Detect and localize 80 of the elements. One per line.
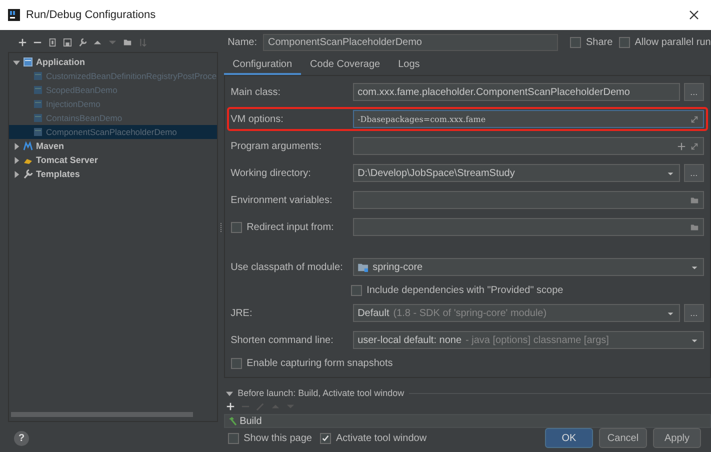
- add-icon[interactable]: [18, 38, 27, 46]
- collapse-arrow-icon[interactable]: [226, 390, 233, 396]
- wrench-icon: [23, 169, 33, 179]
- expand-icon[interactable]: [690, 142, 699, 150]
- dialog-button[interactable]: Cancel: [599, 428, 647, 448]
- close-icon[interactable]: [689, 10, 699, 20]
- folder-icon[interactable]: [690, 196, 699, 204]
- tab[interactable]: Configuration: [224, 55, 302, 75]
- application-icon: [33, 71, 43, 81]
- name-label: Name:: [228, 37, 258, 48]
- hammer-icon: [226, 416, 237, 426]
- checkbox[interactable]: Enable capturing form snapshots: [230, 358, 393, 368]
- save-icon[interactable]: [63, 38, 72, 46]
- collapse-arrow-icon[interactable]: [13, 58, 20, 66]
- application-icon: [33, 99, 43, 109]
- app-logo-icon: [8, 9, 20, 21]
- expand-arrow-icon[interactable]: [13, 170, 20, 178]
- field-hint: (1.8 - SDK of 'spring-core' module): [393, 308, 547, 318]
- copy-icon[interactable]: [48, 38, 57, 46]
- tree-group[interactable]: Templates: [36, 169, 80, 179]
- browse-button[interactable]: ...: [684, 304, 704, 322]
- checkbox[interactable]: Allow parallel run: [618, 37, 711, 48]
- window-title: Run/Debug Configurations: [26, 9, 156, 21]
- field-label: Environment variables:: [230, 194, 334, 206]
- task-item[interactable]: Build: [240, 416, 262, 426]
- section-title: Before launch: Build, Activate tool window: [238, 388, 404, 398]
- help-button[interactable]: ?: [14, 430, 29, 446]
- field-label: Working directory:: [230, 168, 312, 178]
- field-label: Use classpath of module:: [230, 262, 344, 272]
- field-value: com.xxx.fame.placeholder.ComponentScanPlaceholderDemo: [358, 86, 630, 98]
- field-value: user-local default: none: [358, 334, 462, 346]
- application-icon: [23, 57, 33, 67]
- browse-button[interactable]: ...: [684, 164, 704, 182]
- tab[interactable]: Code Coverage: [301, 55, 390, 75]
- expand-arrow-icon[interactable]: [13, 156, 20, 164]
- application-icon: [33, 85, 43, 95]
- checkbox[interactable]: Include dependencies with "Provided" scope: [350, 284, 564, 296]
- splitter-handle-icon[interactable]: [220, 223, 222, 233]
- folder-icon[interactable]: [123, 38, 132, 46]
- input-field[interactable]: [352, 191, 704, 209]
- field-value: D:\Develop\JobSpace\StreamStudy: [358, 168, 515, 178]
- field-value: spring-core: [372, 262, 423, 272]
- field-value: Default: [358, 308, 390, 318]
- checkbox[interactable]: Redirect input from:: [230, 222, 349, 232]
- input-field[interactable]: -Dbasepackages=com.xxx.fame: [352, 110, 704, 128]
- add-icon[interactable]: [676, 142, 686, 150]
- field-label: Program arguments:: [230, 140, 323, 152]
- folder-icon[interactable]: [690, 222, 699, 232]
- field-label: Main class:: [230, 86, 282, 98]
- scrollbar[interactable]: [11, 412, 193, 417]
- dialog-button[interactable]: Apply: [653, 428, 701, 448]
- wrench-icon[interactable]: [78, 38, 87, 46]
- application-icon: [33, 113, 43, 123]
- field-value: -Dbasepackages=com.xxx.fame: [358, 114, 486, 124]
- field-label: JRE:: [230, 308, 254, 318]
- tree-group[interactable]: Application: [36, 57, 85, 67]
- input-field[interactable]: [352, 137, 704, 155]
- name-field[interactable]: ComponentScanPlaceholderDemo: [263, 34, 558, 51]
- application-icon: [33, 127, 43, 137]
- dropdown[interactable]: user-local default: none - java [options] classname [args]: [352, 331, 704, 349]
- ok-button[interactable]: OK: [545, 428, 593, 448]
- tab[interactable]: Logs: [389, 55, 429, 75]
- expand-icon[interactable]: [690, 114, 699, 124]
- maven-icon: [23, 141, 33, 151]
- field-label: VM options:: [230, 114, 284, 124]
- tree-group[interactable]: Tomcat Server: [36, 155, 98, 165]
- checkbox[interactable]: Activate tool window: [320, 433, 427, 444]
- expand-arrow-icon[interactable]: [13, 142, 20, 150]
- dropdown[interactable]: Default (1.8 - SDK of 'spring-core' module): [352, 304, 680, 322]
- checkbox[interactable]: Show this page: [228, 433, 312, 444]
- input-field[interactable]: [352, 218, 704, 236]
- field-label: Shorten command line:: [230, 334, 334, 346]
- field-hint: - java [options] classname [args]: [466, 334, 609, 346]
- browse-button[interactable]: ...: [684, 83, 704, 101]
- input-field[interactable]: com.xxx.fame.placeholder.ComponentScanPlaceholderDemo: [352, 83, 680, 101]
- checkbox[interactable]: Share: [570, 37, 613, 48]
- dropdown[interactable]: D:\Develop\JobSpace\StreamStudy: [352, 164, 680, 182]
- dropdown[interactable]: spring-core: [352, 258, 704, 276]
- tree-group[interactable]: Maven: [36, 141, 64, 151]
- checkmark-icon: [320, 434, 330, 443]
